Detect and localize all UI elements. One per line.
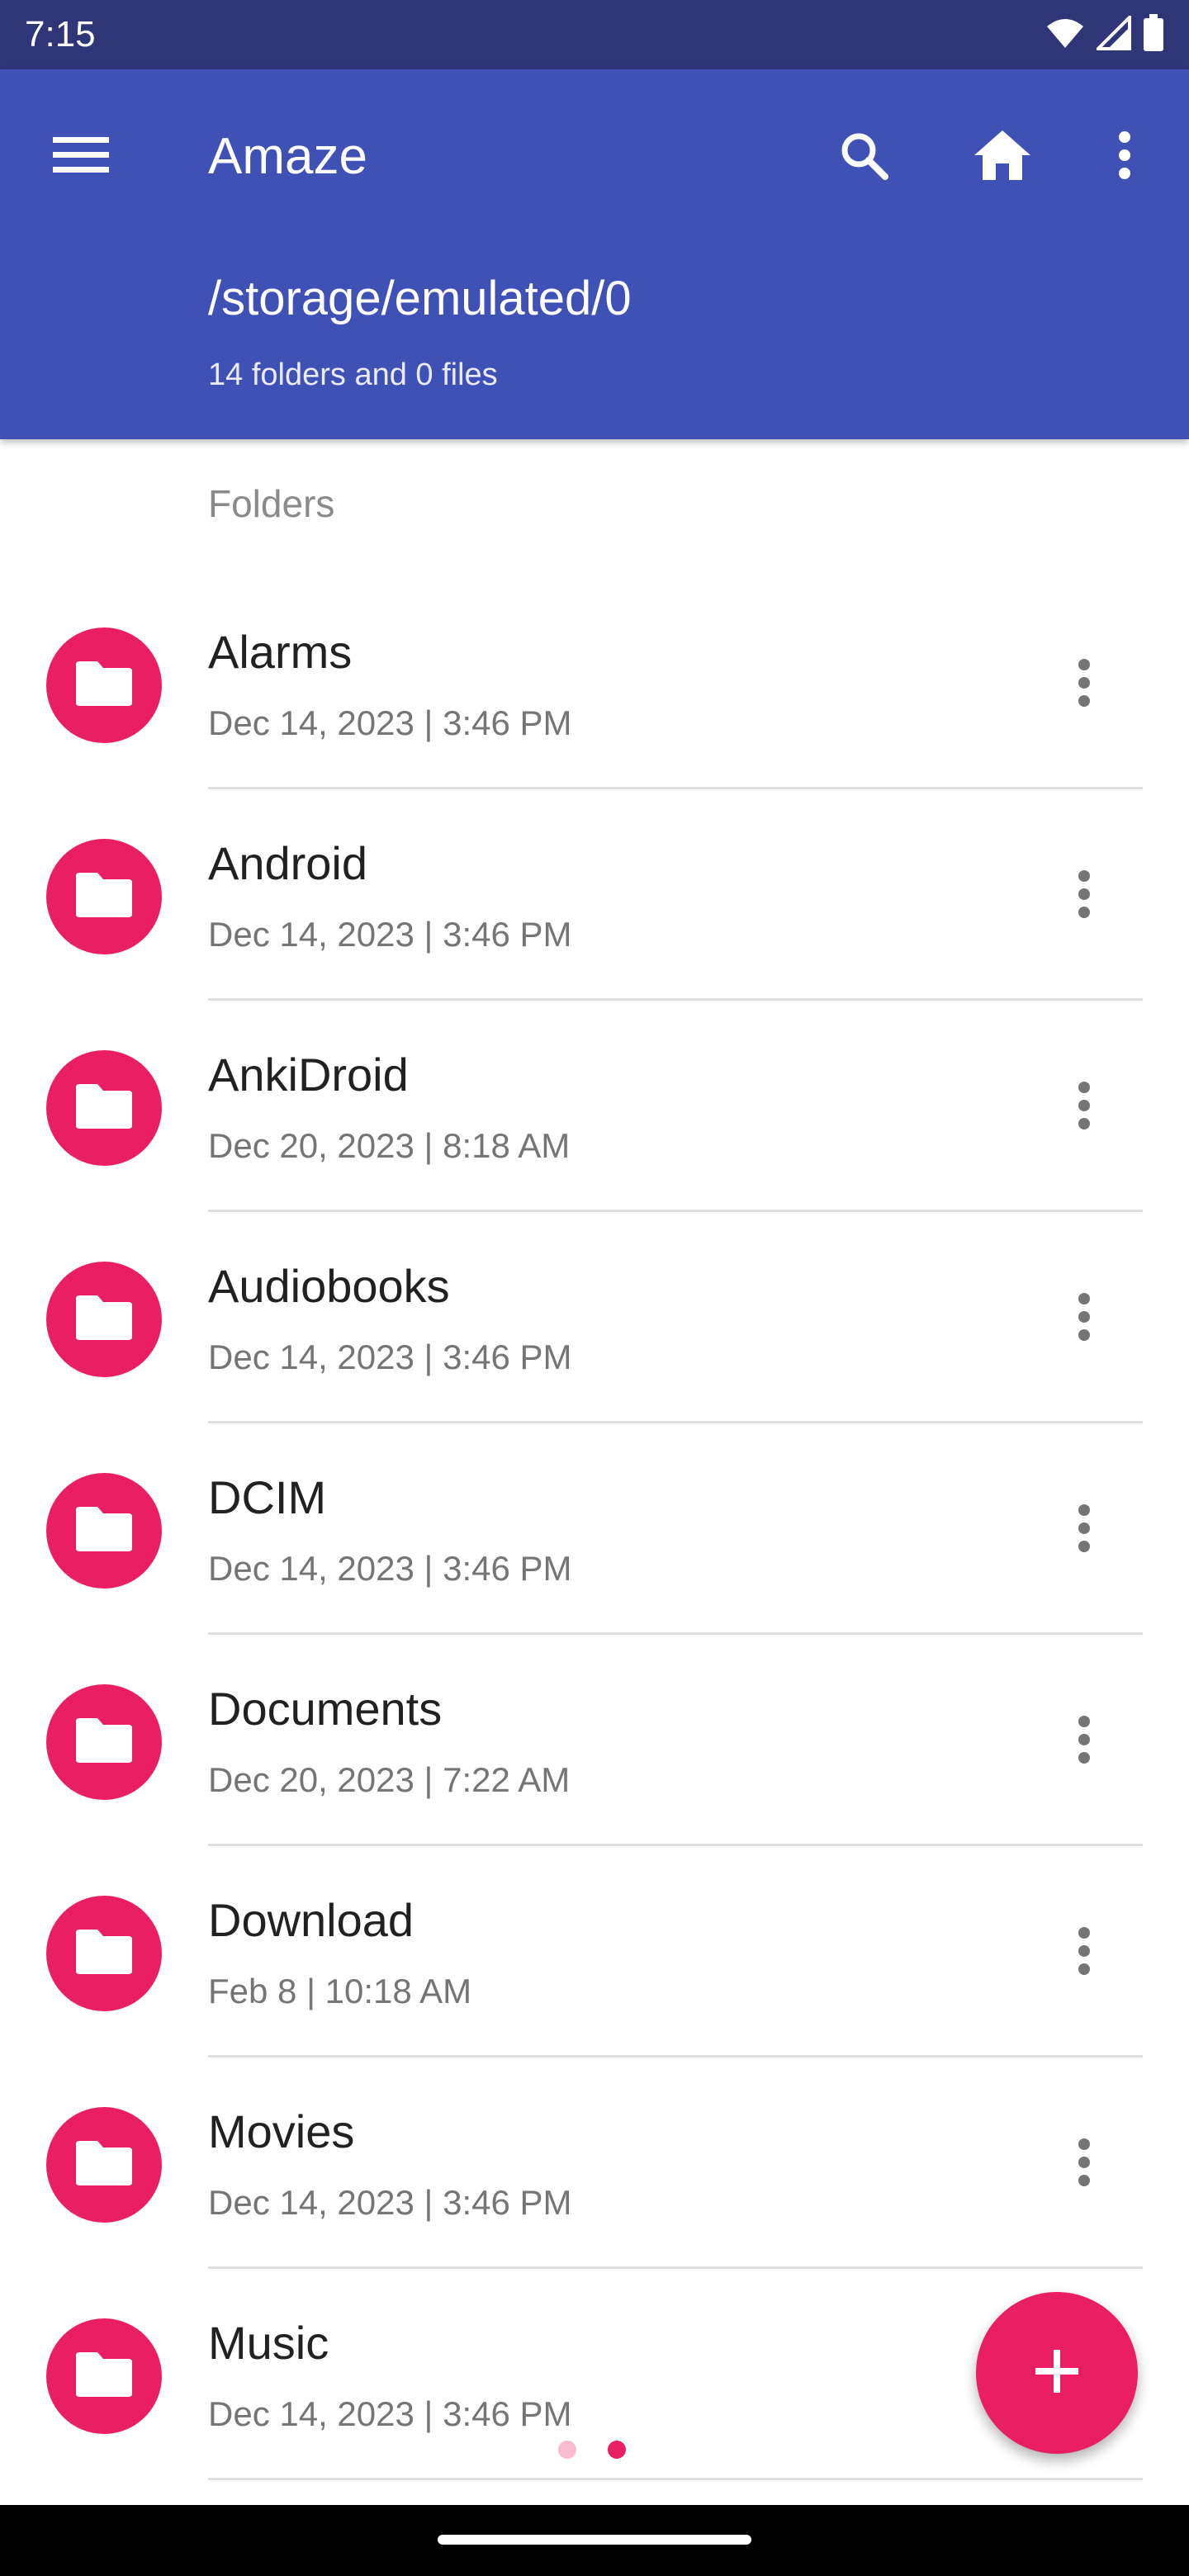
folder-name: Android — [208, 837, 368, 889]
more-vert-icon — [1077, 1292, 1092, 1346]
system-navigation-bar — [0, 2505, 1189, 2576]
section-header-folders: Folders — [208, 482, 335, 525]
folder-file-count: 14 folders and 0 files — [208, 358, 498, 392]
add-fab-button[interactable] — [976, 2292, 1138, 2454]
more-vert-icon — [1077, 2138, 1092, 2191]
menu-icon — [53, 135, 109, 179]
folder-date: Dec 14, 2023 | 3:46 PM — [208, 1549, 572, 1588]
more-vert-icon — [1077, 869, 1092, 923]
folder-name: DCIM — [208, 1471, 327, 1523]
folder-name: Movies — [208, 2105, 355, 2157]
folder-row[interactable]: Documents Dec 20, 2023 | 7:22 AM — [0, 1635, 1189, 1846]
more-vert-icon — [1077, 1926, 1092, 1980]
folder-date: Dec 14, 2023 | 3:46 PM — [208, 2394, 572, 2433]
more-vert-icon — [1116, 130, 1133, 184]
signal-icon — [1094, 12, 1131, 54]
folder-row[interactable]: Alarms Dec 14, 2023 | 3:46 PM — [0, 578, 1189, 789]
folder-row[interactable]: DCIM Dec 14, 2023 | 3:46 PM — [0, 1423, 1189, 1635]
more-vert-icon — [1077, 1081, 1092, 1134]
folder-avatar — [46, 1684, 162, 1800]
folder-date: Dec 20, 2023 | 7:22 AM — [208, 1760, 571, 1799]
wifi-icon — [1045, 17, 1085, 54]
folder-icon — [74, 2139, 134, 2191]
battery-icon — [1143, 13, 1164, 56]
folder-overflow-button[interactable] — [1047, 859, 1121, 933]
folder-avatar — [46, 1473, 162, 1589]
more-options-button[interactable] — [1087, 119, 1163, 195]
search-icon — [837, 129, 890, 186]
folder-date: Dec 20, 2023 | 8:18 AM — [208, 1126, 571, 1165]
app-bar: Amaze /storage/emulated/0 14 folders and… — [0, 69, 1189, 439]
folder-date: Dec 14, 2023 | 3:46 PM — [208, 703, 572, 742]
folder-avatar — [46, 1262, 162, 1377]
folder-avatar — [46, 627, 162, 743]
add-icon — [1034, 2348, 1080, 2398]
status-bar: 7:15 — [0, 0, 1189, 69]
folder-avatar — [46, 1050, 162, 1166]
folder-list: Alarms Dec 14, 2023 | 3:46 PM Android Dec 1… — [0, 578, 1189, 2480]
folder-row[interactable]: AnkiDroid Dec 20, 2023 | 8:18 AM — [0, 1001, 1189, 1212]
folder-row[interactable]: Audiobooks Dec 14, 2023 | 3:46 PM — [0, 1212, 1189, 1423]
folder-name: Audiobooks — [208, 1260, 450, 1312]
current-path[interactable]: /storage/emulated/0 — [208, 268, 632, 330]
more-vert-icon — [1077, 658, 1092, 712]
more-vert-icon — [1077, 1503, 1092, 1557]
folder-overflow-button[interactable] — [1047, 1493, 1121, 1567]
status-time: 7:15 — [25, 14, 96, 54]
folder-icon — [74, 660, 134, 712]
folder-icon — [74, 2351, 134, 2403]
navigation-drawer-button[interactable] — [43, 119, 119, 195]
app-title: Amaze — [208, 128, 367, 185]
folder-avatar — [46, 1896, 162, 2011]
more-vert-icon — [1077, 1715, 1092, 1769]
folder-avatar — [46, 839, 162, 954]
home-icon — [973, 129, 1032, 186]
folder-row[interactable]: Movies Dec 14, 2023 | 3:46 PM — [0, 2057, 1189, 2269]
folder-icon — [74, 1082, 134, 1134]
row-divider — [208, 2478, 1143, 2480]
folder-name: AnkiDroid — [208, 1049, 409, 1101]
folder-icon — [74, 1505, 134, 1557]
folder-date: Feb 8 | 10:18 AM — [208, 1972, 472, 2010]
folder-name: Documents — [208, 1683, 443, 1735]
folder-avatar — [46, 2318, 162, 2434]
page-indicator — [558, 2441, 626, 2459]
status-icons — [1045, 12, 1164, 56]
folder-avatar — [46, 2107, 162, 2223]
folder-date: Dec 14, 2023 | 3:46 PM — [208, 1338, 572, 1376]
folder-row[interactable]: Download Feb 8 | 10:18 AM — [0, 1846, 1189, 2057]
folder-overflow-button[interactable] — [1047, 647, 1121, 722]
folder-icon — [74, 871, 134, 923]
page-dot — [558, 2441, 576, 2459]
folder-overflow-button[interactable] — [1047, 2127, 1121, 2201]
gesture-handle[interactable] — [438, 2535, 751, 2545]
folder-date: Dec 14, 2023 | 3:46 PM — [208, 2183, 572, 2222]
folder-overflow-button[interactable] — [1047, 1070, 1121, 1144]
folder-name: Music — [208, 2317, 329, 2369]
folder-date: Dec 14, 2023 | 3:46 PM — [208, 915, 572, 954]
folder-icon — [74, 1294, 134, 1346]
folder-name: Alarms — [208, 626, 353, 678]
folder-overflow-button[interactable] — [1047, 1281, 1121, 1356]
page-dot — [608, 2441, 626, 2459]
folder-row[interactable]: Android Dec 14, 2023 | 3:46 PM — [0, 789, 1189, 1001]
folder-icon — [74, 1717, 134, 1769]
search-button[interactable] — [826, 119, 902, 195]
folder-icon — [74, 1928, 134, 1980]
home-button[interactable] — [964, 119, 1040, 195]
folder-overflow-button[interactable] — [1047, 1704, 1121, 1778]
folder-overflow-button[interactable] — [1047, 1915, 1121, 1990]
folder-name: Download — [208, 1894, 414, 1946]
